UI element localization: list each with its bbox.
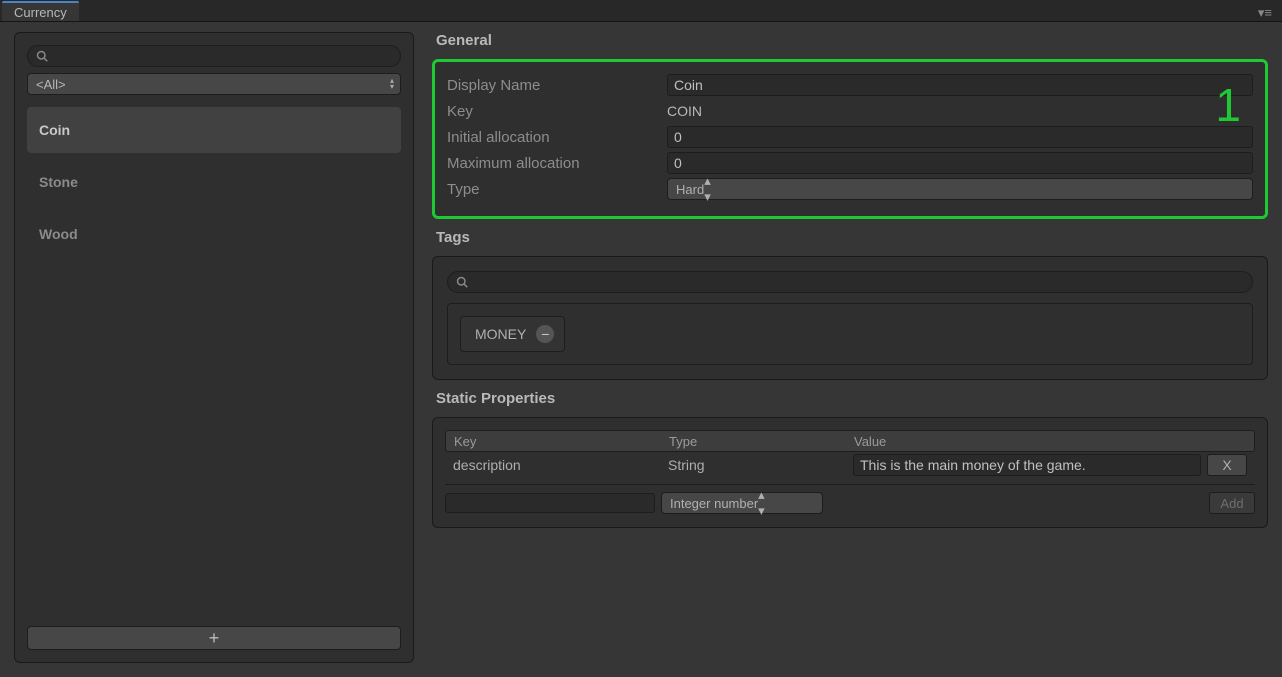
table-row: description String X — [445, 452, 1255, 478]
new-key-input[interactable] — [445, 493, 655, 513]
add-item-button[interactable]: + — [27, 626, 401, 650]
header-key: Key — [446, 431, 661, 451]
tab-currency[interactable]: Currency — [2, 1, 79, 21]
header-type: Type — [661, 431, 846, 451]
general-box: 1 Display Name Key COIN Initial allocati… — [432, 59, 1268, 219]
tags-box: MONEY − — [432, 256, 1268, 380]
row-type: String — [660, 457, 845, 473]
filter-dropdown[interactable]: <All> ▴▾ — [27, 73, 401, 95]
tags-search-input[interactable] — [472, 275, 1244, 290]
label-display-name: Display Name — [447, 77, 667, 94]
row-value-input[interactable] — [853, 454, 1201, 476]
new-row: Integer number ▴▾ Add — [445, 491, 1255, 515]
section-title-static-properties: Static Properties — [436, 390, 1268, 407]
sidebar: <All> ▴▾ Coin Stone Wood + — [14, 32, 414, 663]
tag-remove-button[interactable]: − — [536, 325, 554, 343]
tags-container: MONEY − — [447, 303, 1253, 365]
row-remove-button[interactable]: X — [1207, 454, 1247, 476]
filter-dropdown-value: <All> — [36, 77, 66, 92]
list-item-stone[interactable]: Stone — [27, 159, 401, 205]
search-field[interactable] — [27, 45, 401, 67]
type-dropdown-value: Hard — [676, 182, 704, 197]
tag-chip-money: MONEY − — [460, 316, 565, 352]
initial-allocation-input[interactable] — [667, 126, 1253, 148]
list-item-wood[interactable]: Wood — [27, 211, 401, 257]
main-panel: General 1 Display Name Key COIN Initial … — [432, 32, 1268, 663]
dropdown-arrows-icon: ▴▾ — [390, 78, 394, 90]
label-initial-allocation: Initial allocation — [447, 129, 667, 146]
currency-list: Coin Stone Wood — [27, 107, 401, 626]
label-maximum-allocation: Maximum allocation — [447, 155, 667, 172]
search-input[interactable] — [52, 49, 392, 64]
add-property-button[interactable]: Add — [1209, 492, 1255, 514]
header-value: Value — [846, 431, 1254, 451]
search-icon — [456, 276, 468, 288]
panel-options-icon[interactable]: ▾≡ — [1258, 5, 1272, 21]
key-value: COIN — [667, 103, 1253, 119]
table-header: Key Type Value — [445, 430, 1255, 452]
list-item-coin[interactable]: Coin — [27, 107, 401, 153]
label-key: Key — [447, 103, 667, 120]
tag-label: MONEY — [475, 326, 526, 342]
section-title-tags: Tags — [436, 229, 1268, 246]
type-dropdown[interactable]: Hard ▴▾ — [667, 178, 1253, 200]
row-key: description — [445, 457, 660, 473]
new-type-dropdown[interactable]: Integer number ▴▾ — [661, 492, 823, 514]
divider — [445, 484, 1255, 485]
dropdown-arrows-icon: ▴▾ — [704, 173, 711, 205]
maximum-allocation-input[interactable] — [667, 152, 1253, 174]
dropdown-arrows-icon: ▴▾ — [758, 487, 765, 519]
section-title-general: General — [436, 32, 1268, 49]
static-properties-box: Key Type Value description String X — [432, 417, 1268, 528]
new-type-value: Integer number — [670, 496, 758, 511]
display-name-input[interactable] — [667, 74, 1253, 96]
tags-search-field[interactable] — [447, 271, 1253, 293]
tab-bar: Currency ▾≡ — [0, 0, 1282, 22]
search-icon — [36, 50, 48, 62]
highlight-annotation: 1 — [1215, 78, 1241, 132]
label-type: Type — [447, 181, 667, 198]
